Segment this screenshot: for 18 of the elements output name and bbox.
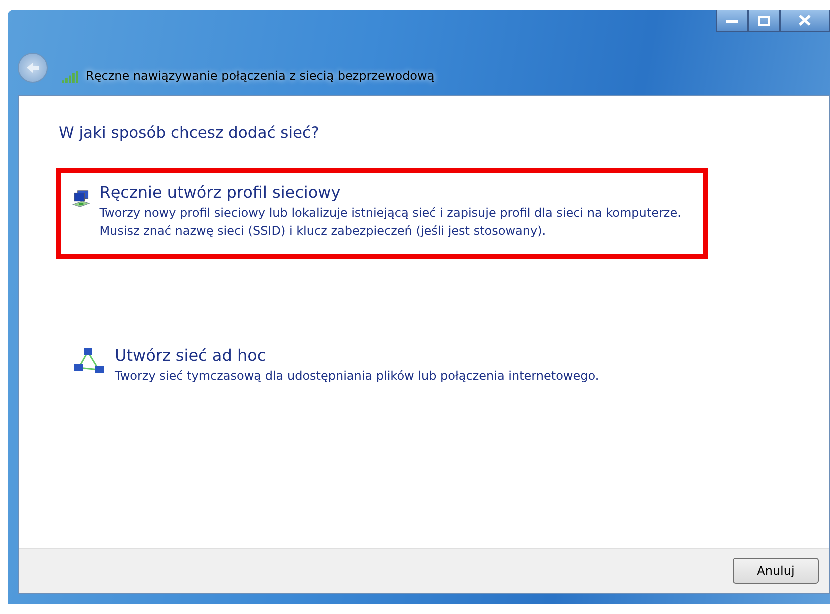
page-heading: W jaki sposób chcesz dodać sieć? xyxy=(59,124,320,142)
back-arrow-icon xyxy=(26,62,40,74)
minimize-button[interactable] xyxy=(716,10,748,32)
option-title: Utwórz sieć ad hoc xyxy=(115,346,268,365)
close-button[interactable] xyxy=(780,10,830,32)
maximize-icon xyxy=(758,16,770,26)
window-title: Ręczne nawiązywanie połączenia z siecią bezprzewodową xyxy=(86,69,435,83)
cancel-button[interactable]: Anuluj xyxy=(733,558,819,584)
option-link[interactable] xyxy=(56,168,708,259)
close-icon xyxy=(799,15,811,26)
maximize-button[interactable] xyxy=(748,10,780,32)
back-button[interactable] xyxy=(18,53,48,83)
option-description: Tworzy nowy profil sieciowy lub lokalizuje istniejącą sieć i zapisuje profil dla sieci na komputerze. Musisz znać nazwę sieci (SSID) i klucz zabezpieczeń (jeśli jest stosowany). xyxy=(100,205,682,240)
option-link[interactable]: Utwórz sieć ad hoc Tworzy sieć tymczasową dla udostępniania plików lub połączenia internetowego. xyxy=(56,331,708,404)
option-title: Ręcznie utwórz profil sieciowy xyxy=(100,183,342,202)
minimize-icon xyxy=(726,18,738,24)
option-description: Tworzy sieć tymczasową dla udostępniania plików lub połączenia internetowego. xyxy=(115,368,600,385)
signal-bars-icon xyxy=(62,71,80,83)
